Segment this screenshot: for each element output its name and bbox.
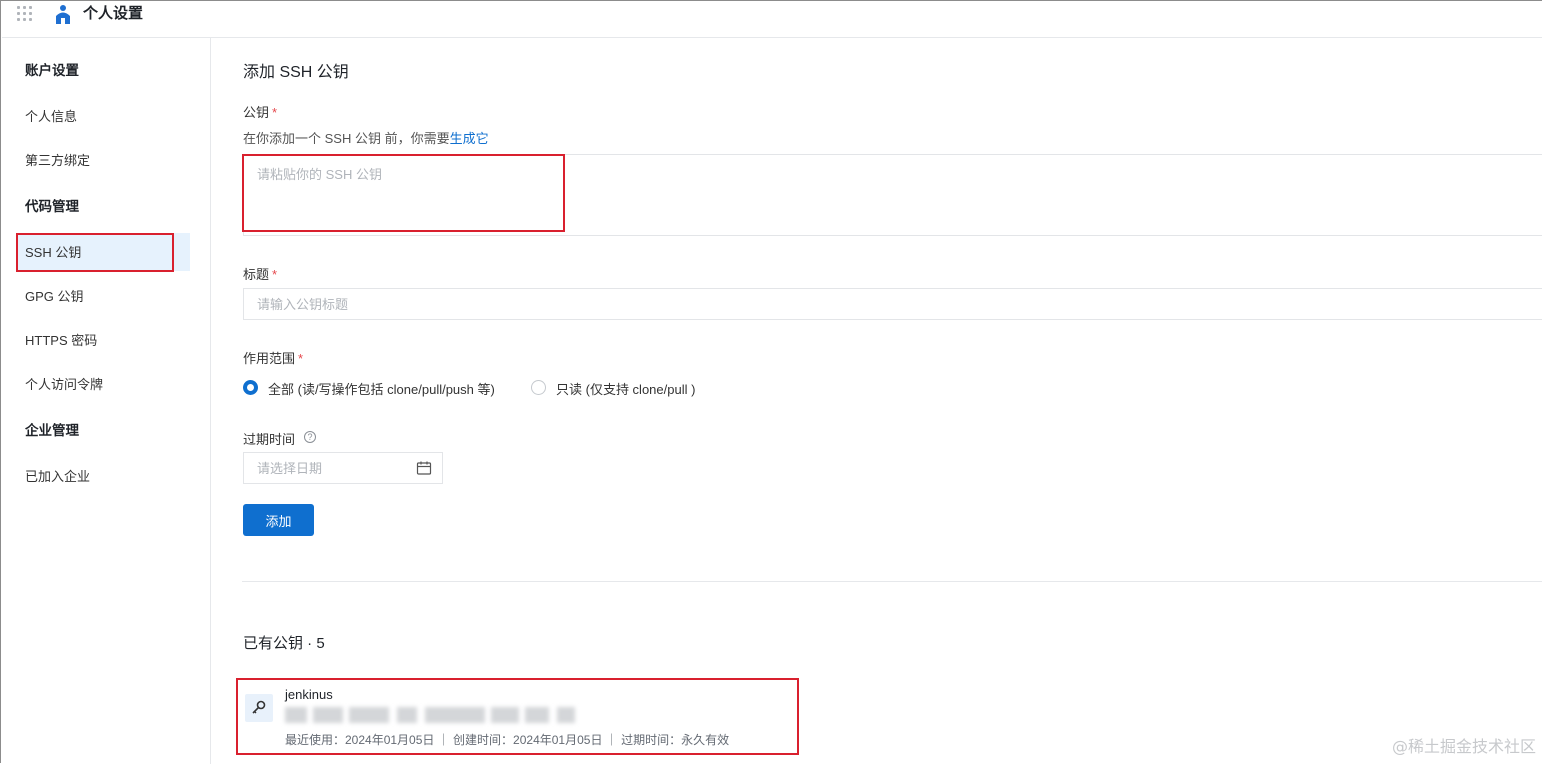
top-header: 个人设置 — [2, 2, 1542, 38]
app-window: 个人设置 账户设置 个人信息 第三方绑定 代码管理 SSH 公钥 GPG 公钥 … — [0, 0, 1542, 764]
settings-sidebar: 账户设置 个人信息 第三方绑定 代码管理 SSH 公钥 GPG 公钥 HTTPS… — [2, 38, 211, 764]
public-key-label-text: 公钥 — [243, 105, 270, 120]
section-divider — [242, 581, 1542, 582]
key-title-label-text: 标题 — [243, 267, 270, 282]
sidebar-item-access-tokens[interactable]: 个人访问令牌 — [25, 376, 103, 394]
sidebar-group-enterprise: 企业管理 — [25, 423, 79, 438]
scope-label-text: 作用范围 — [243, 351, 296, 366]
logo-icon — [56, 5, 70, 24]
sidebar-group-code: 代码管理 — [25, 199, 79, 214]
existing-keys-title: 已有公钥 · 5 — [243, 635, 325, 652]
scope-readonly-label[interactable]: 只读 (仅支持 clone/pull ) — [556, 379, 695, 398]
key-title-input[interactable] — [243, 288, 1542, 320]
sidebar-group-account: 账户设置 — [25, 63, 79, 78]
key-icon — [245, 694, 273, 722]
expiry-label: 过期时间 — [243, 429, 295, 448]
public-key-hint: 在你添加一个 SSH 公钥 前，你需要生成它 — [243, 128, 489, 147]
app-grid-icon[interactable] — [17, 6, 33, 22]
required-mark: * — [272, 267, 278, 282]
main-content: 添加 SSH 公钥 公钥* 在你添加一个 SSH 公钥 前，你需要生成它 标题*… — [212, 38, 1542, 764]
sidebar-item-profile[interactable]: 个人信息 — [25, 108, 77, 126]
scope-all-radio[interactable] — [243, 380, 258, 395]
key-fingerprint-redacted — [285, 705, 585, 725]
public-key-textarea[interactable] — [243, 154, 1542, 236]
expiry-date-input[interactable] — [244, 453, 412, 483]
expiry-label-text: 过期时间 — [243, 432, 296, 447]
scope-readonly-radio[interactable] — [531, 380, 546, 395]
public-key-label: 公钥 * — [243, 102, 277, 121]
key-name[interactable]: jenkinus — [285, 687, 333, 702]
key-meta: 最近使用：2024年01月05日 ｜ 创建时间：2024年01月05日 ｜ 过期… — [285, 733, 730, 747]
hint-text: 在你添加一个 SSH 公钥 前，你需要 — [243, 131, 450, 146]
required-mark: * — [298, 351, 304, 366]
sidebar-item-gpg-keys[interactable]: GPG 公钥 — [25, 288, 84, 306]
sidebar-item-https-password[interactable]: HTTPS 密码 — [25, 332, 97, 350]
sidebar-item-joined-enterprises[interactable]: 已加入企业 — [25, 468, 90, 486]
generate-key-link[interactable]: 生成它 — [450, 131, 489, 146]
scope-all-label[interactable]: 全部 (读/写操作包括 clone/pull/push 等) — [268, 379, 495, 398]
sidebar-item-ssh-keys[interactable]: SSH 公钥 — [25, 244, 81, 262]
required-mark: * — [272, 105, 278, 120]
watermark: @稀土掘金技术社区 — [1391, 737, 1536, 756]
expiry-date-picker[interactable] — [243, 452, 443, 484]
page-title: 添加 SSH 公钥 — [243, 64, 349, 81]
scope-label: 作用范围 * — [243, 348, 303, 367]
app-title: 个人设置 — [83, 5, 144, 22]
add-key-button[interactable]: 添加 — [243, 504, 314, 536]
key-title-label: 标题 * — [243, 264, 277, 283]
sidebar-item-third-party[interactable]: 第三方绑定 — [25, 152, 90, 170]
calendar-icon[interactable] — [416, 460, 432, 476]
question-circle-icon[interactable]: ? — [304, 431, 316, 443]
